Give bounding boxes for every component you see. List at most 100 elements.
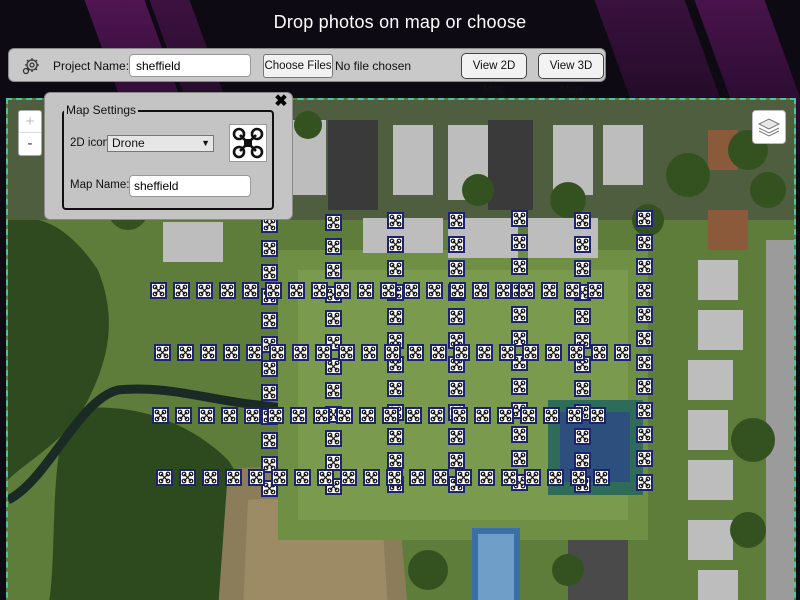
photo-marker[interactable] bbox=[574, 380, 591, 397]
photo-marker[interactable] bbox=[340, 469, 357, 486]
photo-marker[interactable] bbox=[636, 330, 653, 347]
photo-marker[interactable] bbox=[246, 344, 263, 361]
photo-marker[interactable] bbox=[294, 469, 311, 486]
photo-marker[interactable] bbox=[179, 469, 196, 486]
photo-marker[interactable] bbox=[387, 428, 404, 445]
photo-marker[interactable] bbox=[448, 236, 465, 253]
project-name-input[interactable] bbox=[129, 54, 251, 77]
photo-marker[interactable] bbox=[614, 344, 631, 361]
photo-marker[interactable] bbox=[311, 282, 328, 299]
photo-marker[interactable] bbox=[382, 407, 399, 424]
photo-marker[interactable] bbox=[448, 428, 465, 445]
map-name-input[interactable] bbox=[129, 175, 251, 197]
photo-marker[interactable] bbox=[448, 380, 465, 397]
photo-marker[interactable] bbox=[387, 212, 404, 229]
photo-marker[interactable] bbox=[223, 344, 240, 361]
photo-marker[interactable] bbox=[387, 308, 404, 325]
view-3d-map-button[interactable]: View 3D Map bbox=[538, 53, 604, 96]
photo-marker[interactable] bbox=[292, 344, 309, 361]
photo-marker[interactable] bbox=[448, 260, 465, 277]
photo-marker[interactable] bbox=[244, 407, 261, 424]
photo-marker[interactable] bbox=[325, 214, 342, 231]
photo-marker[interactable] bbox=[387, 236, 404, 253]
photo-marker[interactable] bbox=[636, 258, 653, 275]
photo-marker[interactable] bbox=[564, 282, 581, 299]
photo-marker[interactable] bbox=[448, 212, 465, 229]
photo-marker[interactable] bbox=[593, 469, 610, 486]
photo-marker[interactable] bbox=[570, 469, 587, 486]
photo-marker[interactable] bbox=[359, 407, 376, 424]
photo-marker[interactable] bbox=[202, 469, 219, 486]
photo-marker[interactable] bbox=[261, 360, 278, 377]
photo-marker[interactable] bbox=[448, 308, 465, 325]
gear-icon[interactable] bbox=[21, 56, 41, 76]
photo-marker[interactable] bbox=[432, 469, 449, 486]
photo-marker[interactable] bbox=[478, 469, 495, 486]
photo-marker[interactable] bbox=[325, 262, 342, 279]
photo-marker[interactable] bbox=[325, 382, 342, 399]
photo-marker[interactable] bbox=[363, 469, 380, 486]
layers-button[interactable] bbox=[752, 110, 786, 144]
photo-marker[interactable] bbox=[474, 407, 491, 424]
photo-marker[interactable] bbox=[636, 378, 653, 395]
photo-marker[interactable] bbox=[325, 310, 342, 327]
photo-marker[interactable] bbox=[636, 282, 653, 299]
photo-marker[interactable] bbox=[403, 282, 420, 299]
photo-marker[interactable] bbox=[242, 282, 259, 299]
photo-marker[interactable] bbox=[387, 452, 404, 469]
photo-marker[interactable] bbox=[313, 407, 330, 424]
photo-marker[interactable] bbox=[453, 344, 470, 361]
photo-marker[interactable] bbox=[589, 407, 606, 424]
photo-marker[interactable] bbox=[261, 240, 278, 257]
photo-marker[interactable] bbox=[543, 407, 560, 424]
photo-marker[interactable] bbox=[267, 407, 284, 424]
photo-marker[interactable] bbox=[476, 344, 493, 361]
photo-marker[interactable] bbox=[636, 402, 653, 419]
photo-marker[interactable] bbox=[636, 234, 653, 251]
photo-marker[interactable] bbox=[334, 282, 351, 299]
photo-marker[interactable] bbox=[636, 474, 653, 491]
photo-marker[interactable] bbox=[545, 344, 562, 361]
photo-marker[interactable] bbox=[325, 430, 342, 447]
photo-marker[interactable] bbox=[449, 282, 466, 299]
photo-marker[interactable] bbox=[428, 407, 445, 424]
photo-marker[interactable] bbox=[387, 380, 404, 397]
photo-marker[interactable] bbox=[636, 426, 653, 443]
photo-marker[interactable] bbox=[574, 452, 591, 469]
photo-marker[interactable] bbox=[248, 469, 265, 486]
photo-marker[interactable] bbox=[173, 282, 190, 299]
photo-marker[interactable] bbox=[568, 344, 585, 361]
close-icon[interactable]: ✖ bbox=[274, 94, 288, 110]
photo-marker[interactable] bbox=[269, 344, 286, 361]
photo-marker[interactable] bbox=[511, 306, 528, 323]
photo-marker[interactable] bbox=[511, 426, 528, 443]
photo-marker[interactable] bbox=[261, 432, 278, 449]
photo-marker[interactable] bbox=[336, 407, 353, 424]
choose-files-button[interactable]: Choose Files bbox=[263, 54, 333, 78]
photo-marker[interactable] bbox=[386, 469, 403, 486]
photo-marker[interactable] bbox=[150, 282, 167, 299]
photo-marker[interactable] bbox=[261, 384, 278, 401]
photo-marker[interactable] bbox=[430, 344, 447, 361]
photo-marker[interactable] bbox=[574, 308, 591, 325]
photo-marker[interactable] bbox=[261, 312, 278, 329]
photo-marker[interactable] bbox=[325, 238, 342, 255]
photo-marker[interactable] bbox=[495, 282, 512, 299]
photo-marker[interactable] bbox=[636, 306, 653, 323]
photo-marker[interactable] bbox=[409, 469, 426, 486]
photo-marker[interactable] bbox=[574, 236, 591, 253]
photo-marker[interactable] bbox=[472, 282, 489, 299]
zoom-in-button[interactable]: + bbox=[19, 111, 41, 133]
photo-marker[interactable] bbox=[221, 407, 238, 424]
photo-marker[interactable] bbox=[426, 282, 443, 299]
photo-marker[interactable] bbox=[338, 344, 355, 361]
photo-marker[interactable] bbox=[574, 428, 591, 445]
photo-marker[interactable] bbox=[196, 282, 213, 299]
photo-marker[interactable] bbox=[522, 344, 539, 361]
photo-marker[interactable] bbox=[524, 469, 541, 486]
photo-marker[interactable] bbox=[175, 407, 192, 424]
photo-marker[interactable] bbox=[451, 407, 468, 424]
photo-marker[interactable] bbox=[511, 234, 528, 251]
photo-marker[interactable] bbox=[200, 344, 217, 361]
photo-marker[interactable] bbox=[357, 282, 374, 299]
